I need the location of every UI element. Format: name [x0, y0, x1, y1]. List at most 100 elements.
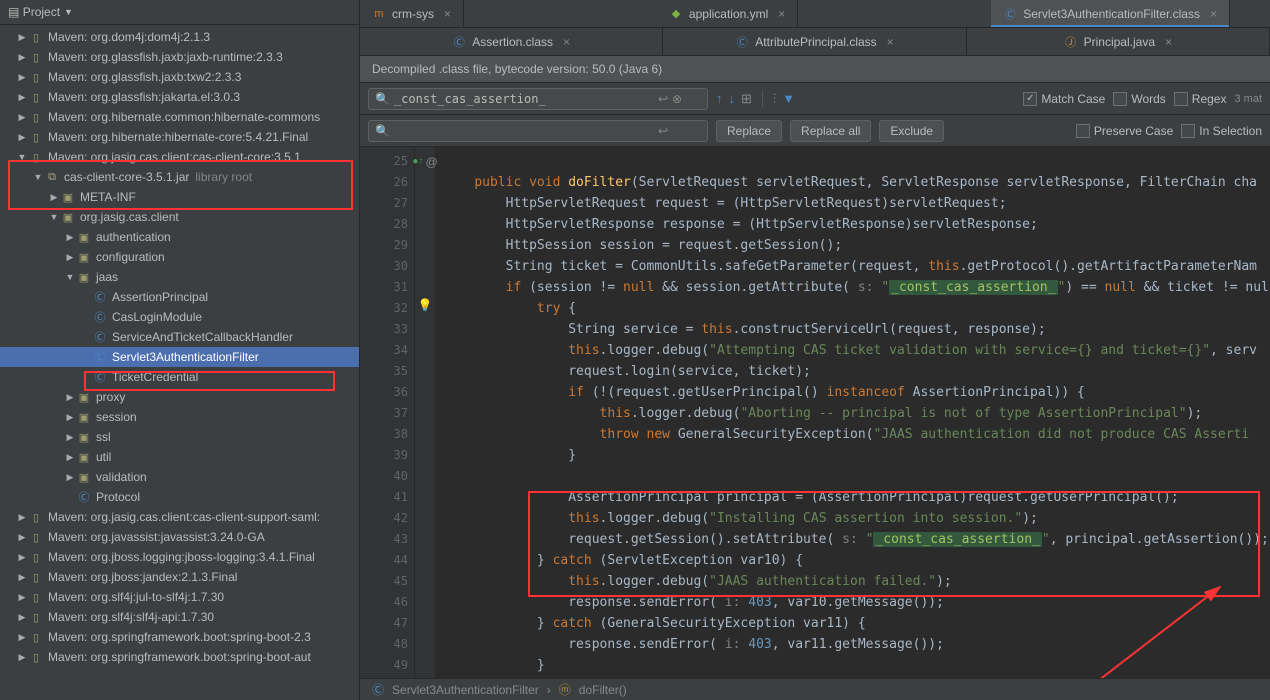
tree-item[interactable]: ▶▣ssl	[0, 427, 359, 447]
lib-icon: ▯	[28, 29, 44, 45]
close-icon[interactable]: ×	[1165, 35, 1172, 49]
preserve-case-check[interactable]: Preserve Case	[1076, 124, 1173, 138]
tree-item[interactable]: ▶▯Maven: org.slf4j:slf4j-api:1.7.30	[0, 607, 359, 627]
tree-item[interactable]: ⒸServlet3AuthenticationFilter	[0, 347, 359, 367]
editor-tab[interactable]: ⒸServlet3AuthenticationFilter.class×	[991, 0, 1230, 27]
expand-arrow-icon[interactable]: ▶	[16, 532, 28, 543]
next-match-icon[interactable]: ↓	[729, 91, 736, 106]
tree-item[interactable]: ▶▯Maven: org.springframework.boot:spring…	[0, 647, 359, 667]
expand-arrow-icon[interactable]: ▶	[16, 512, 28, 523]
expand-arrow-icon[interactable]: ▶	[16, 72, 28, 83]
breadcrumb-method[interactable]: doFilter()	[579, 683, 627, 697]
editor-tab[interactable]: ◆application.yml×	[657, 0, 798, 27]
tree-item[interactable]: ⒸAssertionPrincipal	[0, 287, 359, 307]
editor-tab[interactable]: ⒸAssertion.class×	[360, 28, 663, 55]
expand-arrow-icon[interactable]: ▶	[16, 52, 28, 63]
project-tree[interactable]: ▶▯Maven: org.dom4j:dom4j:2.1.3▶▯Maven: o…	[0, 25, 359, 700]
expand-arrow-icon[interactable]: ▶	[16, 592, 28, 603]
editor-tab[interactable]: mcrm-sys×	[360, 0, 464, 27]
tree-item[interactable]: ⒸTicketCredential	[0, 367, 359, 387]
override-icon[interactable]: ●↑	[412, 156, 423, 167]
tree-item[interactable]: ⒸProtocol	[0, 487, 359, 507]
expand-arrow-icon[interactable]: ▼	[48, 212, 60, 222]
tree-item[interactable]: ▶▯Maven: org.glassfish.jaxb:txw2:2.3.3	[0, 67, 359, 87]
expand-arrow-icon[interactable]: ▶	[16, 552, 28, 563]
tree-item[interactable]: ▼▯Maven: org.jasig.cas.client:cas-client…	[0, 147, 359, 167]
expand-arrow-icon[interactable]: ▶	[64, 432, 76, 443]
filter-icon[interactable]: ▼	[782, 91, 795, 106]
select-all-icon[interactable]: ⊞	[741, 91, 752, 107]
add-selection-icon[interactable]: ⫶	[773, 91, 776, 107]
breadcrumb-class[interactable]: Servlet3AuthenticationFilter	[392, 683, 539, 697]
expand-arrow-icon[interactable]: ▶	[16, 132, 28, 143]
tree-item[interactable]: ⒸCasLoginModule	[0, 307, 359, 327]
editor-tab[interactable]: ⒸAttributePrincipal.class×	[663, 28, 966, 55]
regex-check[interactable]: Regex	[1174, 92, 1227, 106]
class-icon: Ⓒ	[92, 369, 108, 385]
tree-item[interactable]: ▶▣configuration	[0, 247, 359, 267]
tree-item-label: Maven: org.jasig.cas.client:cas-client-c…	[48, 150, 301, 164]
project-tool-header[interactable]: ▤ Project ▼	[0, 0, 359, 25]
chevron-down-icon[interactable]: ▼	[64, 7, 73, 17]
expand-arrow-icon[interactable]: ▶	[16, 652, 28, 663]
tree-item[interactable]: ▶▯Maven: org.dom4j:dom4j:2.1.3	[0, 27, 359, 47]
expand-arrow-icon[interactable]: ▶	[16, 32, 28, 43]
replace-button[interactable]: Replace	[716, 120, 782, 142]
tree-item[interactable]: ▼▣jaas	[0, 267, 359, 287]
close-icon[interactable]: ×	[887, 35, 894, 49]
history-icon[interactable]: ↩	[658, 92, 668, 106]
expand-arrow-icon[interactable]: ▼	[16, 152, 28, 162]
tree-item[interactable]: ▶▯Maven: org.jboss.logging:jboss-logging…	[0, 547, 359, 567]
clear-icon[interactable]: ⊗	[672, 92, 682, 106]
tree-item[interactable]: ▼▣org.jasig.cas.client	[0, 207, 359, 227]
prev-match-icon[interactable]: ↑	[716, 91, 723, 106]
match-case-check[interactable]: ✓Match Case	[1023, 92, 1105, 106]
expand-arrow-icon[interactable]: ▼	[32, 172, 44, 182]
expand-arrow-icon[interactable]: ▶	[16, 572, 28, 583]
tree-item[interactable]: ▶▣validation	[0, 467, 359, 487]
expand-arrow-icon[interactable]: ▶	[64, 252, 76, 263]
close-icon[interactable]: ×	[563, 35, 570, 49]
tree-item[interactable]: ▶▣session	[0, 407, 359, 427]
tree-item[interactable]: ▶▯Maven: org.glassfish:jakarta.el:3.0.3	[0, 87, 359, 107]
tree-item[interactable]: ▶▯Maven: org.hibernate:hibernate-core:5.…	[0, 127, 359, 147]
tree-item[interactable]: ⒸServiceAndTicketCallbackHandler	[0, 327, 359, 347]
tree-item[interactable]: ▶▯Maven: org.glassfish.jaxb:jaxb-runtime…	[0, 47, 359, 67]
exclude-button[interactable]: Exclude	[879, 120, 944, 142]
in-selection-check[interactable]: In Selection	[1181, 124, 1262, 138]
close-icon[interactable]: ×	[778, 7, 785, 21]
expand-arrow-icon[interactable]: ▶	[64, 392, 76, 403]
code-content[interactable]: public void doFilter(ServletRequest serv…	[435, 147, 1270, 678]
editor-tab[interactable]: ⒿPrincipal.java×	[967, 28, 1270, 55]
expand-arrow-icon[interactable]: ▶	[64, 452, 76, 463]
tree-item[interactable]: ▶▣META-INF	[0, 187, 359, 207]
expand-arrow-icon[interactable]: ▶	[16, 632, 28, 643]
tree-item[interactable]: ▶▯Maven: org.javassist:javassist:3.24.0-…	[0, 527, 359, 547]
expand-arrow-icon[interactable]: ▶	[64, 472, 76, 483]
tree-item[interactable]: ▶▯Maven: org.jasig.cas.client:cas-client…	[0, 507, 359, 527]
find-input[interactable]	[394, 92, 654, 106]
tree-item[interactable]: ▼⧉cas-client-core-3.5.1.jarlibrary root	[0, 167, 359, 187]
expand-arrow-icon[interactable]: ▼	[64, 272, 76, 282]
replace-input[interactable]	[394, 124, 654, 138]
expand-arrow-icon[interactable]: ▶	[64, 412, 76, 423]
expand-arrow-icon[interactable]: ▶	[16, 92, 28, 103]
tree-item[interactable]: ▶▯Maven: org.hibernate.common:hibernate-…	[0, 107, 359, 127]
tree-item[interactable]: ▶▯Maven: org.springframework.boot:spring…	[0, 627, 359, 647]
history-icon[interactable]: ↩	[658, 124, 668, 138]
close-icon[interactable]: ×	[444, 7, 451, 21]
expand-arrow-icon[interactable]: ▶	[16, 112, 28, 123]
tree-item[interactable]: ▶▣proxy	[0, 387, 359, 407]
tree-item[interactable]: ▶▯Maven: org.jboss:jandex:2.1.3.Final	[0, 567, 359, 587]
code-editor[interactable]: 2526272829303132333435363738394041424344…	[360, 147, 1270, 678]
replace-all-button[interactable]: Replace all	[790, 120, 871, 142]
intention-bulb-icon[interactable]: 💡	[418, 298, 433, 319]
tree-item[interactable]: ▶▣authentication	[0, 227, 359, 247]
expand-arrow-icon[interactable]: ▶	[64, 232, 76, 243]
tree-item[interactable]: ▶▣util	[0, 447, 359, 467]
expand-arrow-icon[interactable]: ▶	[48, 192, 60, 203]
close-icon[interactable]: ×	[1210, 7, 1217, 21]
expand-arrow-icon[interactable]: ▶	[16, 612, 28, 623]
words-check[interactable]: Words	[1113, 92, 1165, 106]
tree-item[interactable]: ▶▯Maven: org.slf4j:jul-to-slf4j:1.7.30	[0, 587, 359, 607]
